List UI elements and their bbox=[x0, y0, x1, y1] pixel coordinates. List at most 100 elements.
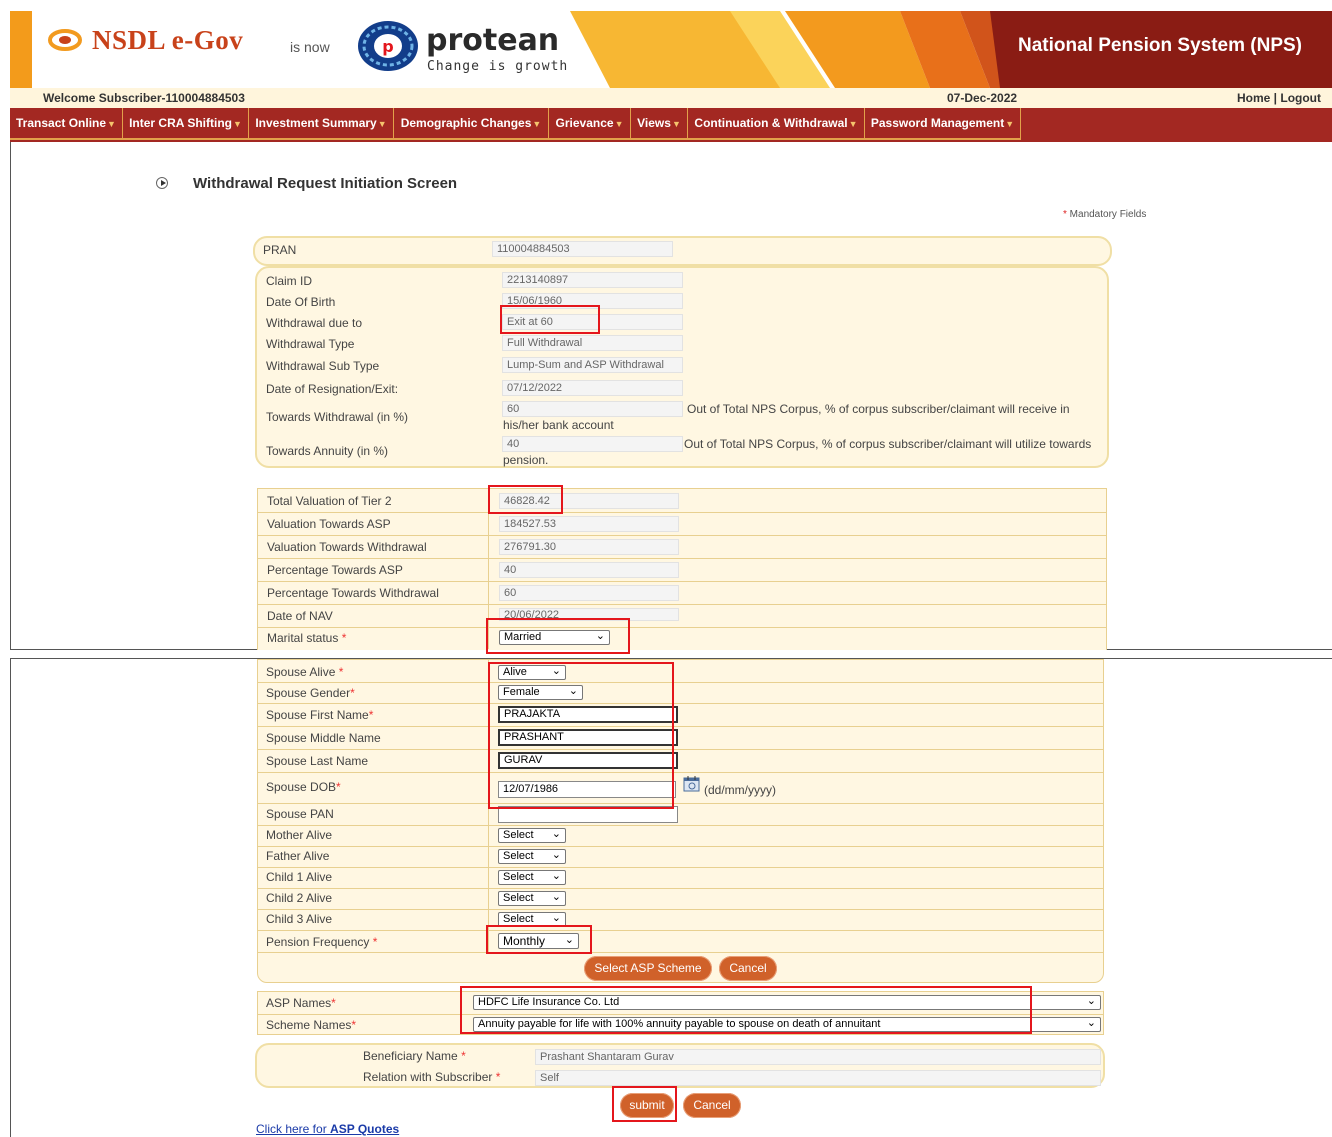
table-row: Date of NAV 20/06/2022 bbox=[258, 604, 1106, 628]
submit-button[interactable]: submit bbox=[620, 1093, 674, 1118]
mother-alive-label: Mother Alive bbox=[266, 828, 333, 842]
spouse-pan-input[interactable] bbox=[498, 806, 678, 823]
chevron-down-icon: ⌄ bbox=[595, 630, 605, 642]
dropdown-arrow-icon: ▼ bbox=[848, 119, 858, 129]
cancel-button[interactable]: Cancel bbox=[719, 956, 777, 981]
valuation-label: Valuation Towards Withdrawal bbox=[267, 540, 427, 554]
valuation-label: Valuation Towards ASP bbox=[267, 517, 391, 531]
claim-id-field: 2213140897 bbox=[502, 272, 683, 288]
row-divider bbox=[488, 909, 489, 930]
required-star-icon: * bbox=[372, 935, 378, 949]
scheme-names-select[interactable]: Annuity payable for life with 100% annui… bbox=[473, 1017, 1101, 1032]
required-star-icon: * bbox=[331, 996, 336, 1010]
row-divider bbox=[488, 930, 489, 952]
pension-frequency-label-text: Pension Frequency bbox=[266, 935, 370, 949]
marital-status-select[interactable]: Married ⌄ bbox=[499, 630, 610, 645]
menu-inter-cra-shifting[interactable]: Inter CRA Shifting▼ bbox=[123, 108, 249, 140]
asp-quotes-link[interactable]: Click here for ASP Quotes bbox=[256, 1122, 399, 1136]
row-divider bbox=[488, 604, 489, 627]
required-star-icon: * bbox=[495, 1070, 501, 1084]
row-divider bbox=[488, 558, 489, 581]
row-divider bbox=[461, 1014, 462, 1035]
towards-withdrawal-note: Out of Total NPS Corpus, % of corpus sub… bbox=[687, 402, 1070, 416]
child2-alive-select[interactable]: Select ⌄ bbox=[498, 891, 566, 906]
chevron-down-icon: ⌄ bbox=[1086, 995, 1096, 1007]
mandatory-note: * Mandatory Fields bbox=[1063, 209, 1146, 220]
menu-views[interactable]: Views▼ bbox=[631, 108, 688, 140]
table-row: Father Alive Select ⌄ bbox=[258, 846, 1103, 868]
relation-label: Relation with Subscriber * bbox=[363, 1070, 500, 1084]
menu-password-management[interactable]: Password Management▼ bbox=[865, 108, 1021, 140]
child2-alive-value: Select bbox=[503, 892, 534, 904]
spouse-last-name-input[interactable]: GURAV bbox=[498, 752, 678, 769]
required-star-icon: * bbox=[351, 1018, 357, 1032]
row-divider bbox=[488, 726, 489, 749]
child1-alive-label: Child 1 Alive bbox=[266, 870, 333, 884]
scheme-names-value: Annuity payable for life with 100% annui… bbox=[478, 1018, 881, 1030]
valuation-value: 40 bbox=[499, 562, 679, 578]
menu-demographic-changes[interactable]: Demographic Changes▼ bbox=[394, 108, 549, 140]
child3-alive-label: Child 3 Alive bbox=[266, 912, 333, 926]
father-alive-select[interactable]: Select ⌄ bbox=[498, 849, 566, 864]
menu-transact-online[interactable]: Transact Online▼ bbox=[10, 108, 123, 140]
child1-alive-select[interactable]: Select ⌄ bbox=[498, 870, 566, 885]
valuation-label: Percentage Towards Withdrawal bbox=[267, 586, 439, 600]
child3-alive-select[interactable]: Select ⌄ bbox=[498, 912, 566, 927]
towards-annuity-note-2: pension. bbox=[503, 453, 549, 467]
spouse-middle-name-label: Spouse Middle Name bbox=[266, 731, 381, 745]
spouse-alive-label-text: Spouse Alive bbox=[266, 665, 336, 679]
spouse-alive-select[interactable]: Alive ⌄ bbox=[498, 665, 566, 680]
spouse-first-name-label: Spouse First Name* bbox=[266, 708, 373, 722]
home-logout-link[interactable]: Home | Logout bbox=[1237, 91, 1321, 105]
asp-names-select[interactable]: HDFC Life Insurance Co. Ltd ⌄ bbox=[473, 995, 1101, 1010]
table-row: Marital status * Married ⌄ bbox=[258, 627, 1106, 649]
menu-label: Grievance bbox=[555, 116, 614, 130]
beneficiary-name-label: Beneficiary Name * bbox=[363, 1049, 466, 1063]
row-divider bbox=[488, 660, 489, 682]
welcome-text: Welcome Subscriber-110004884503 bbox=[43, 91, 245, 105]
spouse-middle-name-input[interactable]: PRASHANT bbox=[498, 729, 678, 746]
dropdown-arrow-icon: ▼ bbox=[614, 119, 624, 129]
table-row: Spouse Alive * Alive ⌄ bbox=[258, 660, 1103, 683]
towards-annuity-label: Towards Annuity (in %) bbox=[266, 444, 389, 458]
svg-text:p: p bbox=[382, 37, 393, 56]
spouse-dob-input[interactable]: 12/07/1986 bbox=[498, 781, 676, 798]
menu-investment-summary[interactable]: Investment Summary▼ bbox=[249, 108, 394, 140]
menu-label: Investment Summary bbox=[255, 116, 377, 130]
chevron-down-icon: ⌄ bbox=[551, 912, 561, 924]
spouse-gender-select[interactable]: Female ⌄ bbox=[498, 685, 583, 700]
nps-title: National Pension System (NPS) bbox=[1018, 35, 1303, 56]
required-star-icon: * bbox=[350, 686, 355, 700]
child1-alive-value: Select bbox=[503, 871, 534, 883]
table-row: Spouse Gender* Female ⌄ bbox=[258, 682, 1103, 704]
calendar-icon[interactable] bbox=[683, 775, 701, 792]
withdrawal-type-field: Full Withdrawal bbox=[502, 335, 683, 351]
dropdown-arrow-icon: ▼ bbox=[671, 119, 681, 129]
mother-alive-select[interactable]: Select ⌄ bbox=[498, 828, 566, 843]
withdrawal-due-to-label: Withdrawal due to bbox=[266, 316, 363, 330]
chevron-down-icon: ⌄ bbox=[551, 891, 561, 903]
beneficiary-panel: Beneficiary Name * Prashant Shantaram Gu… bbox=[255, 1043, 1105, 1088]
table-row: Mother Alive Select ⌄ bbox=[258, 825, 1103, 847]
table-row: Percentage Towards Withdrawal 60 bbox=[258, 581, 1106, 605]
pension-frequency-select[interactable]: Monthly ⌄ bbox=[498, 933, 579, 949]
row-divider bbox=[488, 627, 489, 649]
withdrawal-sub-type-label: Withdrawal Sub Type bbox=[266, 359, 380, 373]
towards-withdrawal-label: Towards Withdrawal (in %) bbox=[266, 410, 409, 424]
select-asp-scheme-button[interactable]: Select ASP Scheme bbox=[584, 956, 712, 981]
chevron-down-icon: ⌄ bbox=[551, 828, 561, 840]
table-row: Spouse DOB* 12/07/1986 (dd/mm/yyyy) bbox=[258, 772, 1103, 804]
withdrawal-type-label: Withdrawal Type bbox=[266, 337, 355, 351]
spouse-alive-value: Alive bbox=[503, 666, 527, 678]
nominee-table: Spouse Alive * Alive ⌄ Spouse Gender* Fem… bbox=[257, 659, 1104, 983]
menu-continuation-withdrawal[interactable]: Continuation & Withdrawal▼ bbox=[688, 108, 865, 140]
welcome-bar: Welcome Subscriber-110004884503 07-Dec-2… bbox=[10, 88, 1332, 108]
spouse-first-name-input[interactable]: PRAJAKTA bbox=[498, 706, 678, 723]
menu-grievance[interactable]: Grievance▼ bbox=[549, 108, 631, 140]
valuation-value: 184527.53 bbox=[499, 516, 679, 532]
asp-quotes-link-prefix: Click here for bbox=[256, 1122, 331, 1136]
cancel-button-bottom[interactable]: Cancel bbox=[683, 1093, 741, 1118]
spouse-alive-label: Spouse Alive * bbox=[266, 665, 343, 679]
scheme-names-label: Scheme Names* bbox=[266, 1018, 356, 1032]
table-row: Spouse PAN bbox=[258, 803, 1103, 826]
